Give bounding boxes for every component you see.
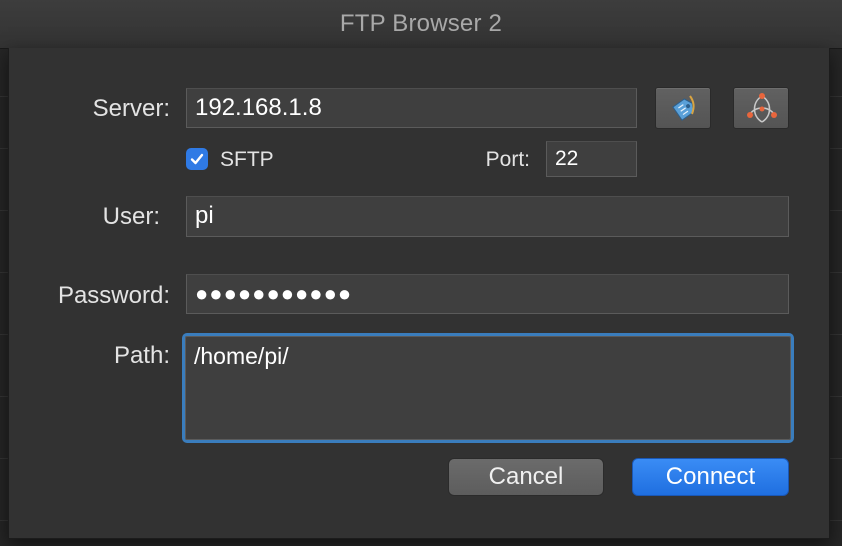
server-label: Server: [92,95,170,122]
checkmark-icon [190,153,204,165]
password-label: Password: [57,282,170,309]
bookmark-button[interactable] [655,87,711,129]
user-label: User: [102,203,160,230]
window-titlebar: FTP Browser 2 [0,0,842,49]
sftp-label: SFTP [220,148,274,171]
bonjour-network-icon [747,93,777,123]
server-input[interactable]: 192.168.1.8 [186,88,637,128]
connect-button[interactable]: Connect [632,458,789,496]
path-label: Path: [113,342,170,369]
password-input[interactable]: ●●●●●●●●●●● [186,274,789,314]
window-title: FTP Browser 2 [339,10,503,37]
bookmark-tag-icon [672,95,695,121]
cancel-button[interactable]: Cancel [448,458,604,496]
sftp-checkbox[interactable] [186,148,208,170]
port-label: Port: [485,148,530,171]
user-input[interactable]: pi [186,196,789,237]
port-input[interactable]: 22 [546,141,637,177]
bonjour-button[interactable] [733,87,789,129]
path-textarea[interactable]: /home/pi/ [182,333,794,443]
